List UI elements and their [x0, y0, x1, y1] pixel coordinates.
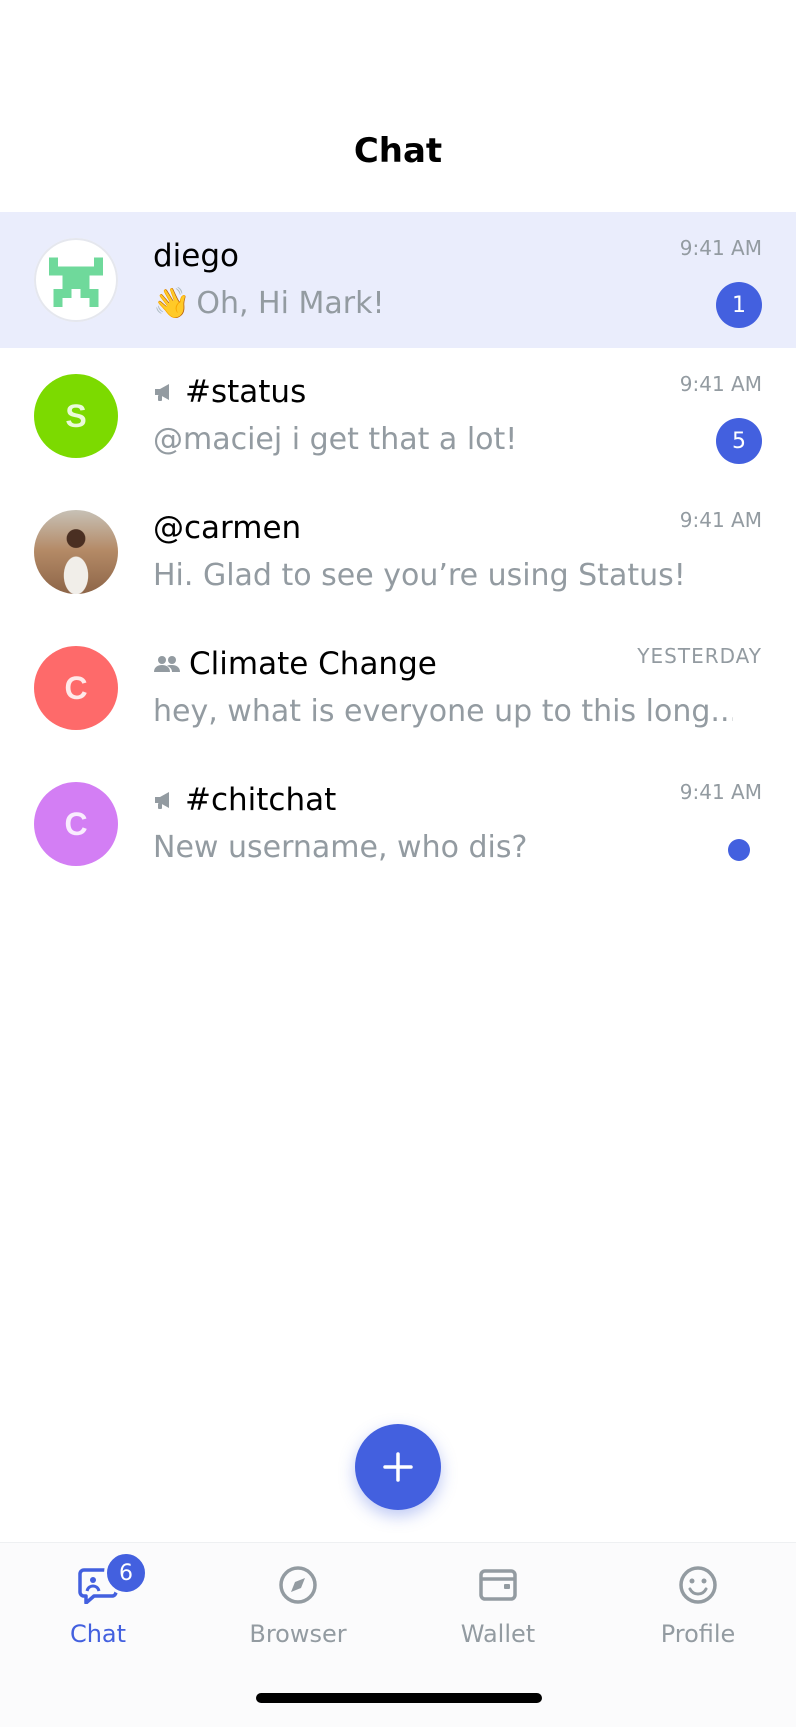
chat-row-chitchat[interactable]: C #chitchat New username, who dis? 9:41 …: [0, 756, 796, 892]
tab-wallet[interactable]: Wallet: [418, 1561, 578, 1671]
chat-name-text: @carmen: [153, 510, 302, 546]
chat-last-message: hey, what is everyone up to this long...: [153, 694, 733, 729]
page-title: Chat: [353, 131, 443, 171]
chat-time: 9:41 AM: [679, 372, 762, 396]
chat-last-message: Hi. Glad to see you’re using Status!: [153, 558, 686, 593]
compass-icon: [279, 1566, 317, 1604]
chat-row-carmen[interactable]: @carmen Hi. Glad to see you’re using Sta…: [0, 484, 796, 620]
megaphone-icon: [153, 789, 177, 811]
wallet-icon: [479, 1569, 517, 1601]
chat-name-text: #chitchat: [185, 782, 337, 818]
avatar: C: [34, 646, 118, 730]
unread-dot: [728, 839, 750, 861]
chat-row-status[interactable]: S #status @maciej i get that a lot! 9:41…: [0, 348, 796, 484]
plus-icon: [383, 1452, 413, 1482]
smiley-icon: [679, 1566, 717, 1604]
chat-name-text: diego: [153, 238, 240, 274]
wave-emoji: 👋: [153, 286, 191, 321]
home-indicator: [256, 1693, 542, 1703]
avatar: S: [34, 374, 118, 458]
chat-message-text: Oh, Hi Mark!: [196, 286, 385, 321]
chat-list: diego 👋 Oh, Hi Mark! 9:41 AM 1 S #status …: [0, 212, 796, 892]
megaphone-icon: [153, 381, 177, 403]
tab-chat[interactable]: 6 Chat: [18, 1551, 178, 1671]
tab-label: Wallet: [460, 1620, 536, 1648]
chat-last-message: New username, who dis?: [153, 830, 528, 865]
chat-name: @carmen: [153, 506, 301, 550]
chat-name: #status: [153, 370, 306, 414]
chat-name: diego: [153, 234, 239, 278]
avatar-photo: [34, 510, 118, 594]
chat-time: 9:41 AM: [679, 236, 762, 260]
tab-browser[interactable]: Browser: [218, 1561, 378, 1671]
chat-time: 9:41 AM: [679, 780, 762, 804]
chat-row-climate-change[interactable]: C Climate Change hey, what is everyone u…: [0, 620, 796, 756]
chat-name-text: #status: [185, 374, 307, 410]
chat-time: YESTERDAY: [637, 644, 762, 668]
tab-unread-badge: 6: [104, 1551, 148, 1595]
unread-badge: 1: [716, 282, 762, 328]
chat-row-diego[interactable]: diego 👋 Oh, Hi Mark! 9:41 AM 1: [0, 212, 796, 348]
tab-label: Browser: [249, 1620, 347, 1648]
chat-time: 9:41 AM: [679, 508, 762, 532]
chat-name: Climate Change: [153, 642, 437, 686]
group-icon: [153, 653, 181, 675]
chat-name: #chitchat: [153, 778, 336, 822]
chat-last-message: @maciej i get that a lot!: [153, 422, 518, 457]
unread-badge: 5: [716, 418, 762, 464]
tab-profile[interactable]: Profile: [618, 1561, 778, 1671]
chat-last-message: 👋 Oh, Hi Mark!: [153, 282, 733, 326]
tab-label: Chat: [69, 1620, 127, 1648]
identicon-avatar: [34, 238, 118, 322]
identicon-icon: [49, 257, 103, 307]
tab-label: Profile: [660, 1620, 736, 1648]
avatar: C: [34, 782, 118, 866]
new-chat-button[interactable]: [355, 1424, 441, 1510]
chat-name-text: Climate Change: [189, 646, 437, 682]
